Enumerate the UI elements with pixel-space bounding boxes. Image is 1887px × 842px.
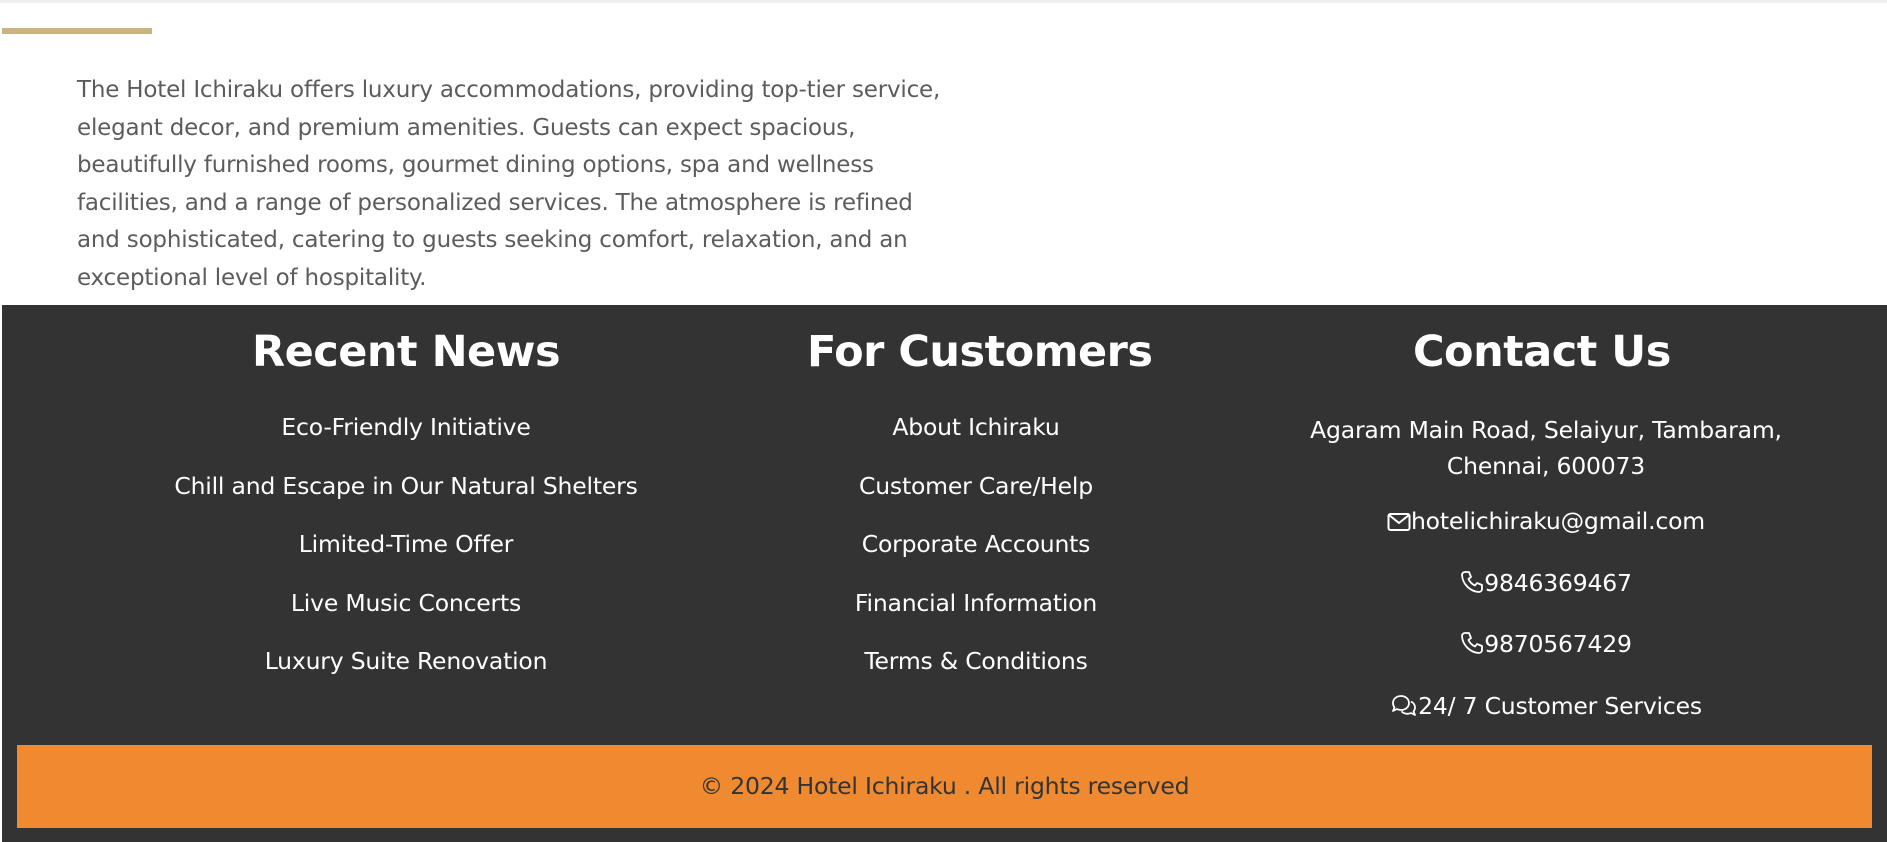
news-link-eco-friendly[interactable]: Eco-Friendly Initiative (281, 413, 530, 441)
contact-service: 24/ 7 Customer Services (1246, 691, 1846, 724)
email-link[interactable]: hotelichiraku@gmail.com (1411, 507, 1705, 535)
list-item: Financial Information (676, 588, 1276, 618)
list-item: Limited-Time Offer (106, 529, 706, 559)
link-corporate-accounts[interactable]: Corporate Accounts (862, 530, 1091, 558)
contact-phone-2: 9870567429 (1246, 629, 1846, 662)
contact-phone-1: 9846369467 (1246, 568, 1846, 601)
for-customers-list: About Ichiraku Customer Care/Help Corpor… (676, 412, 1276, 705)
list-item: Luxury Suite Renovation (106, 646, 706, 676)
address-text: Agaram Main Road, Selaiyur, Tambaram, Ch… (1310, 416, 1782, 480)
service-text: 24/ 7 Customer Services (1418, 691, 1702, 720)
phone-link-2[interactable]: 9870567429 (1484, 630, 1632, 658)
link-financial-information[interactable]: Financial Information (855, 589, 1097, 617)
news-link-limited-offer[interactable]: Limited-Time Offer (299, 530, 514, 558)
contact-list: Agaram Main Road, Selaiyur, Tambaram, Ch… (1246, 412, 1846, 752)
news-link-suite-renovation[interactable]: Luxury Suite Renovation (265, 647, 548, 675)
contact-heading: Contact Us (1413, 327, 1671, 377)
site-footer: Recent News Eco-Friendly Initiative Chil… (2, 305, 1887, 842)
news-link-natural-shelters[interactable]: Chill and Escape in Our Natural Shelters (174, 472, 637, 500)
recent-news-heading: Recent News (252, 327, 561, 377)
copyright-text: © 2024 Hotel Ichiraku . All rights reser… (699, 772, 1190, 800)
about-description: The Hotel Ichiraku offers luxury accommo… (77, 77, 941, 291)
list-item: Live Music Concerts (106, 588, 706, 618)
page: The Hotel Ichiraku offers luxury accommo… (0, 0, 1887, 842)
recent-news-list: Eco-Friendly Initiative Chill and Escape… (106, 412, 706, 705)
chat-icon (1390, 693, 1418, 724)
list-item: About Ichiraku (676, 412, 1276, 442)
envelope-icon (1387, 509, 1411, 539)
phone-link-1[interactable]: 9846369467 (1484, 569, 1632, 597)
list-item: Chill and Escape in Our Natural Shelters (106, 471, 706, 501)
list-item: Terms & Conditions (676, 646, 1276, 676)
phone-icon (1460, 631, 1484, 662)
contact-email: hotelichiraku@gmail.com (1246, 506, 1846, 539)
contact-address: Agaram Main Road, Selaiyur, Tambaram, Ch… (1246, 412, 1846, 484)
list-item: Eco-Friendly Initiative (106, 412, 706, 442)
link-terms-conditions[interactable]: Terms & Conditions (864, 647, 1087, 675)
link-customer-care[interactable]: Customer Care/Help (859, 472, 1093, 500)
list-item: Corporate Accounts (676, 529, 1276, 559)
copyright-bar: © 2024 Hotel Ichiraku . All rights reser… (17, 745, 1872, 828)
phone-icon (1460, 570, 1484, 601)
list-item: Customer Care/Help (676, 471, 1276, 501)
accent-line (2, 28, 152, 34)
link-about-ichiraku[interactable]: About Ichiraku (892, 413, 1059, 441)
for-customers-heading: For Customers (807, 327, 1153, 377)
news-link-live-music[interactable]: Live Music Concerts (291, 589, 521, 617)
top-border (0, 0, 1887, 3)
